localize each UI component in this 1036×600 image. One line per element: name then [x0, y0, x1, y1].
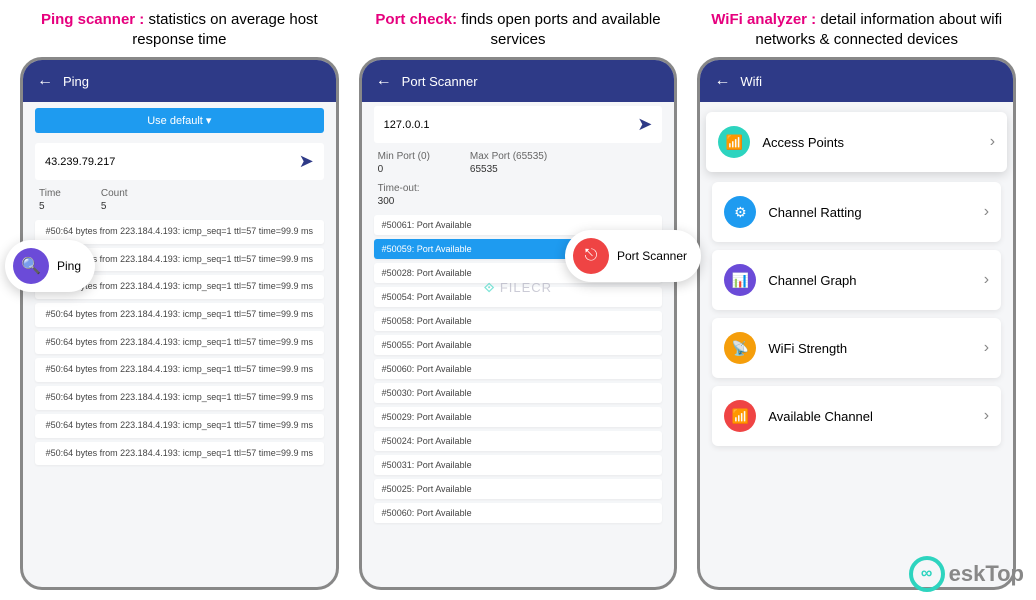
- back-icon[interactable]: ←: [714, 72, 730, 90]
- ping-result-item: #50:64 bytes from 223.184.4.193: icmp_se…: [35, 386, 324, 410]
- wifi-item-label: Access Points: [762, 135, 844, 150]
- ping-header: ← Ping: [23, 60, 336, 102]
- maxport-label: Max Port (65535): [470, 151, 547, 162]
- ping-result-item: #50:64 bytes from 223.184.4.193: icmp_se…: [35, 442, 324, 466]
- chevron-right-icon: ›: [984, 203, 989, 221]
- port-result-item: #50060: Port Available: [374, 359, 663, 379]
- panel-port-title: Port check: finds open ports and availab…: [359, 10, 678, 49]
- wifi-item[interactable]: 📡 WiFi Strength ›: [712, 318, 1001, 378]
- wifi-item-icon: ⚙: [724, 196, 756, 228]
- wifi-item[interactable]: ⚙ Channel Ratting ›: [712, 182, 1001, 242]
- wifi-item-icon: 📡: [724, 332, 756, 364]
- wifi-item[interactable]: 📶 Access Points ›: [706, 112, 1007, 172]
- port-result-item: #50029: Port Available: [374, 407, 663, 427]
- back-icon[interactable]: ←: [376, 72, 392, 90]
- minport-label: Min Port (0): [378, 151, 430, 162]
- port-result-item: #50058: Port Available: [374, 311, 663, 331]
- chevron-right-icon: ›: [984, 339, 989, 357]
- time-label: Time: [39, 188, 61, 199]
- port-header: ← Port Scanner: [362, 60, 675, 102]
- minport-value: 0: [378, 164, 430, 175]
- timeout-value: 300: [378, 196, 420, 207]
- wifi-item[interactable]: 📶 Available Channel ›: [712, 386, 1001, 446]
- wifi-header: ← Wifi: [700, 60, 1013, 102]
- wifi-item-label: Available Channel: [768, 409, 873, 424]
- panel-wifi-title: WiFi analyzer : detail information about…: [697, 10, 1016, 49]
- port-result-item: #50024: Port Available: [374, 431, 663, 451]
- port-ip-value: 127.0.0.1: [384, 119, 430, 131]
- chevron-right-icon: ›: [984, 271, 989, 289]
- port-ip-input[interactable]: 127.0.0.1 ➤: [374, 106, 663, 143]
- ping-header-title: Ping: [63, 74, 89, 89]
- panel-ping: Ping scanner : statistics on average hos…: [20, 10, 339, 590]
- send-icon[interactable]: ➤: [299, 151, 314, 172]
- wifi-item-icon: 📶: [718, 126, 750, 158]
- phone-port: ← Port Scanner 127.0.0.1 ➤ Min Port (0) …: [359, 57, 678, 590]
- port-timeout: Time-out: 300: [362, 179, 675, 211]
- port-result-item: #50025: Port Available: [374, 479, 663, 499]
- ping-badge: 🔍 Ping: [5, 240, 95, 292]
- panel-wifi: WiFi analyzer : detail information about…: [697, 10, 1016, 590]
- ping-ip-input[interactable]: 43.239.79.217 ➤: [35, 143, 324, 180]
- maxport-value: 65535: [470, 164, 547, 175]
- port-result-item: #50055: Port Available: [374, 335, 663, 355]
- ping-badge-label: Ping: [57, 259, 81, 273]
- wifi-item-icon: 📶: [724, 400, 756, 432]
- send-icon[interactable]: ➤: [637, 114, 652, 135]
- panel-port: Port check: finds open ports and availab…: [359, 10, 678, 590]
- port-result-item: #50030: Port Available: [374, 383, 663, 403]
- chevron-right-icon: ›: [990, 133, 995, 151]
- count-label: Count: [101, 188, 128, 199]
- wifi-header-title: Wifi: [740, 74, 762, 89]
- port-badge: ⎋ Port Scanner: [565, 230, 701, 282]
- panel-ping-title: Ping scanner : statistics on average hos…: [20, 10, 339, 49]
- ping-result-item: #50:64 bytes from 223.184.4.193: icmp_se…: [35, 358, 324, 382]
- port-header-title: Port Scanner: [402, 74, 478, 89]
- wifi-item-label: Channel Ratting: [768, 205, 861, 220]
- ping-ip-value: 43.239.79.217: [45, 156, 115, 168]
- ping-badge-icon: 🔍: [13, 248, 49, 284]
- ping-result-item: #50:64 bytes from 223.184.4.193: icmp_se…: [35, 331, 324, 355]
- chevron-right-icon: ›: [984, 407, 989, 425]
- ping-result-item: #50:64 bytes from 223.184.4.193: icmp_se…: [35, 303, 324, 327]
- ping-result-item: #50:64 bytes from 223.184.4.193: icmp_se…: [35, 220, 324, 244]
- phone-wifi: ← Wifi 📶Access Points›⚙Channel Ratting›📊…: [697, 57, 1016, 590]
- wifi-item-label: WiFi Strength: [768, 341, 847, 356]
- watermark-icon: ∞: [909, 556, 945, 592]
- port-badge-icon: ⎋: [573, 238, 609, 274]
- wifi-item-icon: 📊: [724, 264, 756, 296]
- port-result-item: #50060: Port Available: [374, 503, 663, 523]
- wifi-item[interactable]: 📊 Channel Graph ›: [712, 250, 1001, 310]
- wifi-item-label: Channel Graph: [768, 273, 856, 288]
- back-icon[interactable]: ←: [37, 72, 53, 90]
- filecr-watermark: ⟐ FILECR: [484, 280, 552, 296]
- port-result-item: #50031: Port Available: [374, 455, 663, 475]
- port-params: Min Port (0) 0 Max Port (65535) 65535: [362, 147, 675, 179]
- phone-ping: ← Ping Use default ▾ 43.239.79.217 ➤ Tim…: [20, 57, 339, 590]
- port-badge-label: Port Scanner: [617, 249, 687, 263]
- ping-result-item: #50:64 bytes from 223.184.4.193: icmp_se…: [35, 414, 324, 438]
- count-value: 5: [101, 201, 128, 212]
- time-value: 5: [39, 201, 61, 212]
- desktop-watermark: ∞ eskTop: [909, 556, 1024, 592]
- wifi-items: 📶 Access Points › ⚙ Channel Ratting › 📊 Channel…: [700, 102, 1013, 454]
- ping-params: Time 5 Count 5: [23, 184, 336, 216]
- timeout-label: Time-out:: [378, 183, 420, 194]
- ping-dropdown[interactable]: Use default ▾: [35, 108, 324, 133]
